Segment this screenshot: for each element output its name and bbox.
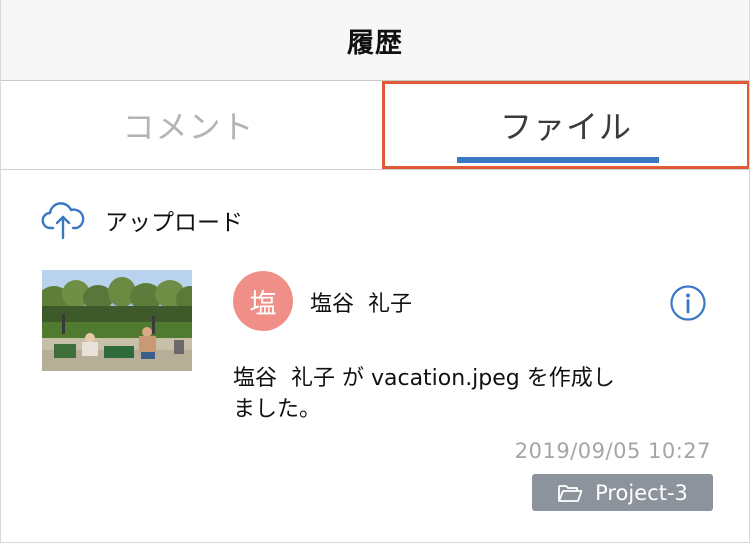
page-title: 履歴 [347,27,403,59]
tab-comments-label: コメント [122,108,255,146]
file-thumbnail[interactable] [42,270,192,371]
info-circle-icon[interactable] [669,284,707,322]
timestamp: 2019/09/05 10:27 [514,439,711,463]
activity-message: 塩谷 礼子 が vacation.jpeg を作成し ました。 [233,366,615,422]
tab-files-label: ファイル [499,108,632,146]
tab-bar: コメント ファイル [1,81,749,170]
user-name: 塩谷 礼子 [310,292,412,317]
tab-files[interactable]: ファイル [382,81,749,169]
cloud-upload-icon [41,198,85,242]
active-tab-indicator [457,157,659,163]
avatar[interactable]: 塩 [233,271,293,331]
history-screen: 履歴 コメント ファイル アップロード 塩 塩谷 礼子 塩谷 礼子 が vaca… [0,0,750,543]
header-bar: 履歴 [1,0,749,81]
upload-label: アップロード [105,210,243,236]
avatar-initial: 塩 [249,288,277,320]
upload-button[interactable]: アップロード [41,198,243,242]
folder-open-icon [557,482,583,504]
project-label: Project-3 [595,480,688,505]
project-badge[interactable]: Project-3 [532,474,713,511]
tab-comments[interactable]: コメント [1,81,376,169]
